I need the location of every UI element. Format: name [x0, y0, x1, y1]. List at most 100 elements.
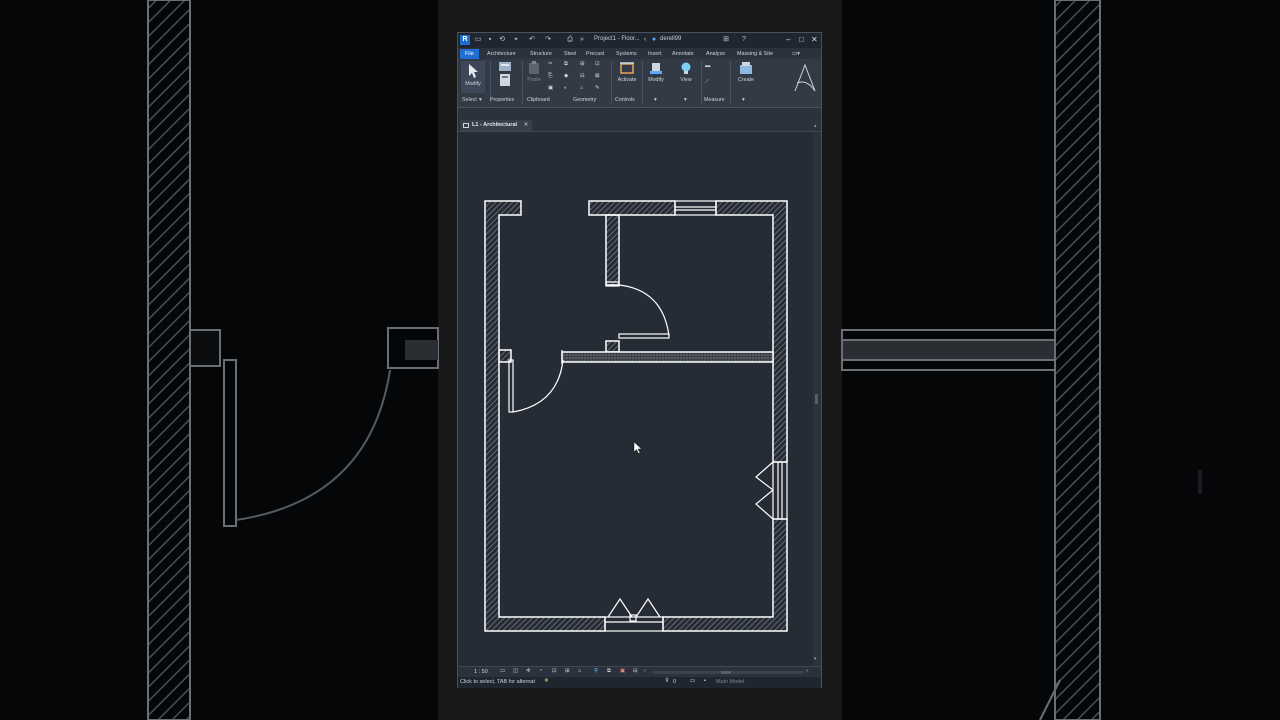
close-icon[interactable]: ✕: [811, 35, 818, 44]
main-model-toggle-icon[interactable]: ▪: [704, 678, 706, 684]
view-button[interactable]: View: [674, 61, 698, 93]
ribbon-tabs: File Architecture Structure Steel Precas…: [458, 48, 821, 59]
panel-measure: Measure: [704, 97, 725, 103]
measure-quick-icon[interactable]: ⌖: [512, 36, 520, 44]
selection-count: 0: [673, 679, 677, 685]
properties-icon: [499, 62, 511, 86]
panel-view-dropdown-icon[interactable]: ▾: [684, 97, 687, 103]
panel-properties: Properties: [490, 97, 515, 103]
revit-window: R ▭ ▪ ⟲ ⌖ ↶ ↷ ⎙ » Project1 - Floor... ‹ …: [457, 32, 822, 688]
create-button[interactable]: Create: [734, 61, 758, 93]
tab-annotate[interactable]: Annotate: [670, 49, 696, 59]
redo-icon[interactable]: ↷: [544, 36, 552, 44]
tab-file[interactable]: File: [460, 49, 479, 59]
panel-create-dropdown-icon[interactable]: ▾: [742, 97, 745, 103]
user-name[interactable]: derell99: [660, 36, 681, 42]
tab-steel[interactable]: Steel: [562, 49, 578, 59]
wall-top-far-right: [715, 200, 788, 463]
horizontal-scroll-thumb[interactable]: [721, 671, 731, 674]
floor-plan[interactable]: [458, 132, 813, 666]
reveal-hidden-icon[interactable]: ⧉: [607, 668, 611, 675]
view-tab-close-icon[interactable]: ✕: [524, 122, 529, 128]
workset-icon[interactable]: ❖: [544, 678, 549, 684]
horizontal-scrollbar[interactable]: [653, 671, 803, 674]
tab-structure[interactable]: Structure: [528, 49, 554, 59]
title-bar: R ▭ ▪ ⟲ ⌖ ↶ ↷ ⎙ » Project1 - Floor... ‹ …: [458, 33, 821, 48]
match-icon[interactable]: ▣: [548, 85, 553, 91]
view-tab[interactable]: L1 - Architectural ✕: [460, 120, 533, 131]
panel-select-dropdown-icon[interactable]: ▾: [479, 97, 482, 103]
sun-path-icon[interactable]: ✲: [526, 668, 531, 674]
design-options-icon[interactable]: ▭: [690, 678, 695, 684]
panel-select[interactable]: Select: [462, 97, 477, 103]
scroll-right-icon[interactable]: ›: [806, 668, 808, 674]
options-bar: [458, 108, 821, 119]
view-scale[interactable]: 1 : 50: [474, 669, 488, 675]
demolish-icon[interactable]: ⊟: [580, 73, 584, 79]
measure-icon[interactable]: ▬: [705, 63, 710, 69]
activate-button[interactable]: Activate: [614, 61, 640, 93]
modify-button[interactable]: Modify: [461, 61, 485, 93]
ribbon-options-icon[interactable]: ▭▾: [790, 49, 802, 59]
tab-insert[interactable]: Insert: [646, 49, 663, 59]
properties-button[interactable]: [493, 61, 517, 93]
more-icon[interactable]: »: [578, 36, 586, 44]
floor-plan-icon: [463, 123, 469, 128]
tab-massing-site[interactable]: Massing & Site: [735, 49, 775, 59]
maximize-icon[interactable]: □: [799, 35, 804, 44]
wall-joins-icon[interactable]: ⊞: [580, 61, 584, 67]
save-icon[interactable]: ▪: [486, 36, 494, 44]
user-icon[interactable]: ●: [650, 36, 658, 44]
cope-icon[interactable]: ⧉: [564, 61, 568, 68]
drawing-area[interactable]: [458, 132, 813, 666]
panel-clipboard: Clipboard: [527, 97, 550, 103]
visual-style-icon[interactable]: ◫: [513, 668, 518, 674]
wall-top-left: [484, 200, 606, 632]
main-model-label[interactable]: Main Model: [716, 679, 744, 685]
panel-controls: Controls: [615, 97, 635, 103]
copy-icon[interactable]: ⎘: [548, 73, 552, 80]
join-icon[interactable]: ◆: [564, 73, 568, 79]
print-icon[interactable]: ⎙: [566, 36, 574, 44]
expand-icon[interactable]: ‹: [641, 36, 649, 44]
detail-level-icon[interactable]: ▭: [500, 668, 505, 674]
ribbon-separator: [730, 61, 731, 105]
filter-icon[interactable]: ⊽: [665, 678, 669, 684]
open-icon[interactable]: ▭: [474, 36, 482, 44]
mouse-cursor-icon: [633, 441, 643, 454]
sync-icon[interactable]: ⟲: [498, 36, 506, 44]
tab-architecture[interactable]: Architecture: [485, 49, 518, 59]
cut-geometry-icon[interactable]: ⊡: [595, 61, 599, 67]
pin-icon[interactable]: ✎: [595, 85, 599, 91]
show-crop-icon[interactable]: ⊞: [565, 668, 570, 674]
dimension-icon[interactable]: ⟋: [705, 79, 709, 86]
uncut-icon[interactable]: ⊠: [595, 73, 599, 79]
app-logo[interactable]: R: [460, 35, 470, 45]
modify-element-button[interactable]: Modify: [644, 61, 668, 93]
undo-icon[interactable]: ↶: [528, 36, 536, 44]
analysis-icon[interactable]: ▣: [620, 668, 625, 674]
temp-hide-icon[interactable]: ⚲: [594, 668, 598, 674]
panel-modify-dropdown-icon[interactable]: ▾: [654, 97, 657, 103]
split-face-icon[interactable]: ◐: [564, 85, 567, 91]
highlight-icon[interactable]: ⊟: [633, 668, 638, 674]
cart-icon[interactable]: ⊞: [722, 36, 730, 44]
scroll-thumb[interactable]: [815, 394, 818, 404]
lock-view-icon[interactable]: ⌂: [578, 668, 581, 674]
tab-analyze[interactable]: Analyze: [704, 49, 727, 59]
minimize-icon[interactable]: –: [786, 35, 790, 44]
cut-icon[interactable]: ✂: [548, 61, 552, 67]
scroll-down-icon[interactable]: ▾: [814, 656, 817, 662]
paste-button[interactable]: Paste: [526, 61, 542, 93]
collapse-bar-icon[interactable]: ‹: [644, 668, 646, 674]
shadows-icon[interactable]: ◔: [539, 668, 542, 674]
tab-systems[interactable]: Systems: [614, 49, 639, 59]
paint-icon[interactable]: ⌂: [580, 85, 583, 91]
help-icon[interactable]: ?: [740, 36, 748, 44]
door-bedroom: [605, 281, 670, 339]
vertical-scrollbar[interactable]: ▴ ▾: [813, 123, 821, 666]
scroll-up-icon[interactable]: ▴: [814, 123, 817, 129]
wall-interior-horizontal: [561, 351, 774, 363]
crop-view-icon[interactable]: ⊡: [552, 668, 557, 674]
tab-precast[interactable]: Precast: [584, 49, 606, 59]
